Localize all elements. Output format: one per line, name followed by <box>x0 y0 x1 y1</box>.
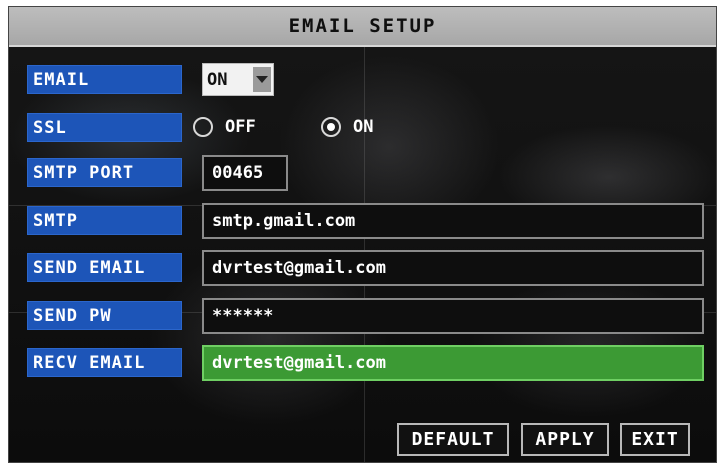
send-email-input[interactable]: dvrtest@gmail.com <box>202 250 704 286</box>
send-pw-label: SEND PW <box>27 301 182 330</box>
smtp-port-label: SMTP PORT <box>27 158 182 187</box>
smtp-label: SMTP <box>27 206 182 235</box>
email-label: EMAIL <box>27 65 182 94</box>
email-dropdown[interactable]: ON <box>202 63 274 96</box>
smtp-input[interactable]: smtp.gmail.com <box>202 203 704 239</box>
radio-off-icon[interactable] <box>193 117 213 137</box>
exit-button[interactable]: EXIT <box>620 423 690 456</box>
ssl-off-label: OFF <box>225 117 256 137</box>
ssl-on-radio[interactable]: ON <box>321 117 373 137</box>
ssl-on-label: ON <box>353 117 374 137</box>
ssl-off-radio[interactable]: OFF <box>193 117 256 137</box>
apply-button[interactable]: APPLY <box>521 423 609 456</box>
recv-email-input[interactable]: dvrtest@gmail.com <box>202 345 704 381</box>
smtp-port-input[interactable]: 00465 <box>202 155 288 191</box>
email-setup-window: EMAIL SETUP EMAIL ON SSL OFF ON SMTP POR… <box>8 6 717 463</box>
radio-on-icon[interactable] <box>321 117 341 137</box>
send-email-label: SEND EMAIL <box>27 253 182 282</box>
send-pw-input[interactable]: ****** <box>202 298 704 334</box>
recv-email-label: RECV EMAIL <box>27 348 182 377</box>
chevron-down-icon[interactable] <box>253 67 271 92</box>
ssl-label: SSL <box>27 113 182 142</box>
page-title: EMAIL SETUP <box>9 7 716 47</box>
default-button[interactable]: DEFAULT <box>397 423 509 456</box>
email-dropdown-value: ON <box>207 69 228 90</box>
